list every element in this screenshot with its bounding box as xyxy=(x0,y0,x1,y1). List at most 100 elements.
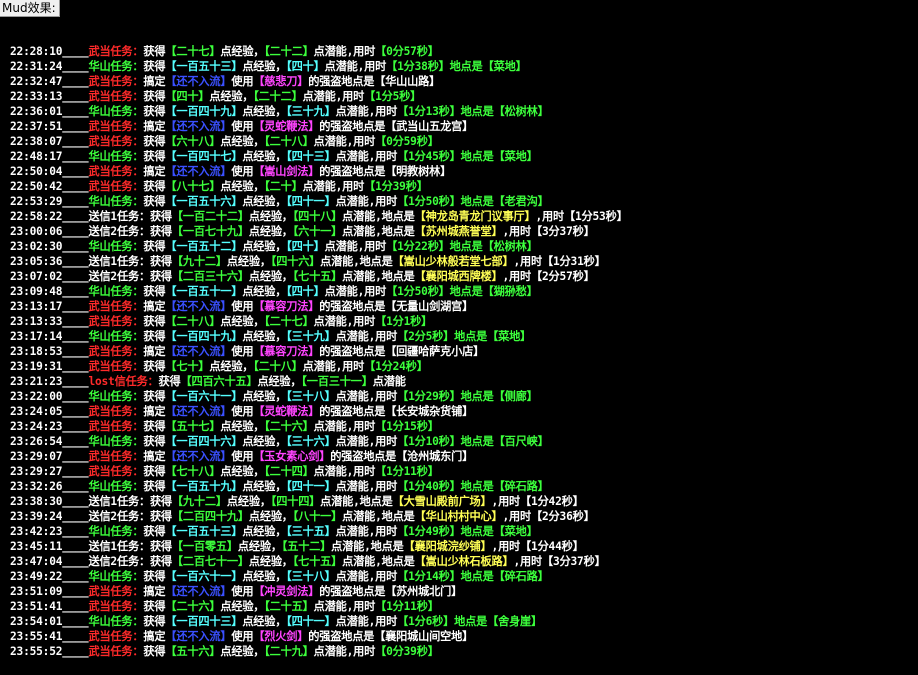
log-task-label: 武当任务： xyxy=(88,180,144,193)
log-duration: 【2分36秒】 xyxy=(531,510,595,523)
log-pot-value: 【七十五】 xyxy=(292,270,343,283)
log-text: 点经验， xyxy=(242,240,287,253)
log-separator: ____ xyxy=(62,510,89,523)
log-pot-value: 【四十一】 xyxy=(286,195,336,208)
log-duration: 【1分31秒】 xyxy=(542,255,606,268)
log-skill: 【烈火剑】 xyxy=(253,630,309,643)
log-duration: 【1分29秒】 xyxy=(397,390,461,403)
log-task-label: 武当任务： xyxy=(88,135,144,148)
log-text: 获得 xyxy=(143,135,166,148)
log-enemy: 【还不入流】 xyxy=(165,585,232,598)
log-duration: 【1分1秒】 xyxy=(375,315,433,328)
log-exp-value: 【一百五十一】 xyxy=(165,285,243,298)
log-duration: 【1分10秒】 xyxy=(397,435,461,448)
log-text: 的强盗地点是 xyxy=(319,120,386,133)
log-place: 【舍身崖】 xyxy=(487,615,543,628)
log-pot-value: 【三十八】 xyxy=(286,390,336,403)
log-time: 23:47:04 xyxy=(10,555,63,568)
log-duration: 【1分45秒】 xyxy=(397,150,461,163)
log-separator: ____ xyxy=(62,150,89,163)
log-text: ,用时 xyxy=(502,510,532,523)
log-text: 点潜能,地点是 xyxy=(331,540,404,553)
log-text: 使用 xyxy=(231,75,254,88)
log-separator: ____ xyxy=(62,360,89,373)
log-exp-value: 【二百七十一】 xyxy=(171,555,249,568)
log-text: 点经验， xyxy=(242,330,287,343)
log-task-label: 华山任务： xyxy=(88,240,144,253)
log-task-label: 武当任务： xyxy=(88,90,144,103)
log-duration: 【1分13秒】 xyxy=(397,105,461,118)
log-task-label: 武当任务： xyxy=(88,645,144,658)
log-time: 23:24:05 xyxy=(10,405,63,418)
log-text: 地点是 xyxy=(454,615,488,628)
log-skill: 【灵蛇鞭法】 xyxy=(253,405,320,418)
log-line: 23:18:53____武当任务：搞定【还不入流】使用【慕容刀法】的强盗地点是【… xyxy=(10,344,918,359)
log-enemy: 【还不入流】 xyxy=(165,165,232,178)
log-duration: 【1分14秒】 xyxy=(397,570,461,583)
log-text: 点潜能,用时 xyxy=(335,330,398,343)
log-time: 23:17:14 xyxy=(10,330,63,343)
log-pot-value: 【二十二】 xyxy=(253,90,303,103)
log-time: 23:51:09 xyxy=(10,585,63,598)
log-text: 点潜能,用时 xyxy=(335,525,398,538)
log-text: 地点是 xyxy=(449,285,483,298)
log-place: 【侧廊】 xyxy=(493,390,538,403)
log-text: 点潜能,地点是 xyxy=(342,555,415,568)
log-time: 23:55:52 xyxy=(10,645,63,658)
log-text: 的强盗地点是 xyxy=(319,345,386,358)
log-time: 22:53:29 xyxy=(10,195,63,208)
log-separator: ____ xyxy=(62,240,89,253)
log-place: 【无量山剑湖宫】 xyxy=(385,300,474,313)
log-time: 23:39:24 xyxy=(10,510,63,523)
log-duration: 【1分42秒】 xyxy=(520,495,584,508)
log-place: 【大雪山殿前广场】 xyxy=(392,495,492,508)
log-separator: ____ xyxy=(62,435,89,448)
log-line: 23:29:07____武当任务：搞定【还不入流】使用【玉女素心剑】的强盗地点是… xyxy=(10,449,918,464)
log-separator: ____ xyxy=(62,285,89,298)
log-separator: ____ xyxy=(62,525,89,538)
log-text: 使用 xyxy=(231,120,254,133)
log-text: 点潜能,用时 xyxy=(313,465,376,478)
log-text: 获得 xyxy=(143,645,166,658)
log-text: 点潜能,用时 xyxy=(313,420,376,433)
log-place: 【襄阳城西牌楼】 xyxy=(414,270,503,283)
log-text: ,用时 xyxy=(513,555,543,568)
log-place: 【菜地】 xyxy=(493,525,538,538)
log-place: 【苏州城北门】 xyxy=(385,585,463,598)
log-line: 23:45:11____送信1任务：获得【一百零五】点经验，【五十二】点潜能,地… xyxy=(10,539,918,554)
log-exp-value: 【八十七】 xyxy=(165,180,221,193)
log-text: 点经验， xyxy=(242,615,287,628)
log-line: 23:17:14____华山任务：获得【一百四十九】点经验，【三十九】点潜能,用… xyxy=(10,329,918,344)
log-line: 23:42:23____华山任务：获得【一百五十三】点经验，【三十五】点潜能,用… xyxy=(10,524,918,539)
log-time: 23:02:30 xyxy=(10,240,63,253)
log-line: 23:39:24____送信2任务：获得【二百四十九】点经验，【八十一】点潜能,… xyxy=(10,509,918,524)
log-time: 23:22:00 xyxy=(10,390,63,403)
log-line: 22:58:22____送信1任务：获得【一百二十二】点经验，【四十八】点潜能,… xyxy=(10,209,918,224)
log-place: 【百尺峡】 xyxy=(493,435,549,448)
log-task-label: 武当任务： xyxy=(88,300,144,313)
log-text: ,用时 xyxy=(513,255,543,268)
log-exp-value: 【一百四十九】 xyxy=(165,105,243,118)
log-exp-value: 【一百四十三】 xyxy=(165,615,243,628)
log-separator: ____ xyxy=(62,645,89,658)
log-time: 22:33:13 xyxy=(10,90,63,103)
log-text: 点经验， xyxy=(248,510,293,523)
log-task-label: 武当任务： xyxy=(88,120,144,133)
log-text: 点潜能,用时 xyxy=(335,105,398,118)
log-duration: 【1分49秒】 xyxy=(397,525,461,538)
log-skill: 【慈悲刀】 xyxy=(253,75,309,88)
log-text: 点潜能,用时 xyxy=(335,570,398,583)
log-separator: ____ xyxy=(62,480,89,493)
log-text: 获得 xyxy=(149,210,172,223)
log-separator: ____ xyxy=(62,195,89,208)
log-text: 获得 xyxy=(149,495,172,508)
log-exp-value: 【五十七】 xyxy=(165,420,221,433)
log-text: 点潜能,用时 xyxy=(335,435,398,448)
log-task-label: 华山任务： xyxy=(88,195,144,208)
log-time: 23:24:23 xyxy=(10,420,63,433)
log-duration: 【0分57秒】 xyxy=(375,45,439,58)
log-line: 23:21:23____lost信任务：获得【四百六十五】点经验，【一百三十一】… xyxy=(10,374,918,389)
log-duration: 【1分44秒】 xyxy=(520,540,584,553)
log-time: 23:21:23 xyxy=(10,375,63,388)
log-time: 22:38:07 xyxy=(10,135,63,148)
